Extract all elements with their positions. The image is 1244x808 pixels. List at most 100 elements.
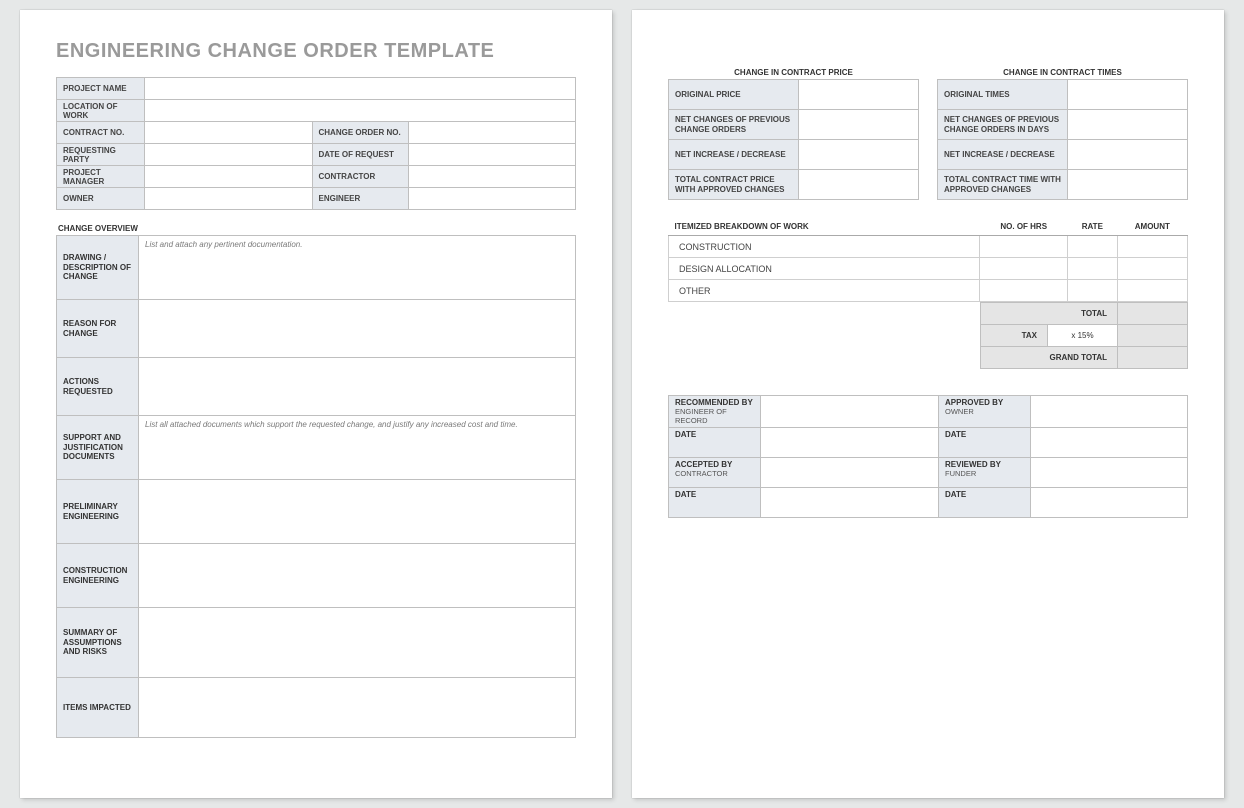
recommended-main: RECOMMENDED BY bbox=[675, 398, 754, 407]
label-date-of-request: DATE OF REQUEST bbox=[312, 144, 408, 166]
field-contractor[interactable] bbox=[408, 166, 576, 188]
field-original-times[interactable] bbox=[1068, 80, 1188, 110]
label-drawing: DRAWING / DESCRIPTION OF CHANGE bbox=[57, 236, 139, 300]
field-project-manager[interactable] bbox=[145, 166, 313, 188]
field-actions[interactable] bbox=[139, 358, 576, 416]
project-info-table: PROJECT NAME LOCATION OF WORK CONTRACT N… bbox=[56, 77, 576, 210]
field-constr[interactable] bbox=[139, 544, 576, 608]
cell-constr-hrs[interactable] bbox=[980, 236, 1068, 258]
price-heading: CHANGE IN CONTRACT PRICE bbox=[668, 68, 919, 77]
accepted-main: ACCEPTED BY bbox=[675, 460, 754, 469]
label-prelim: PRELIMINARY ENGINEERING bbox=[57, 480, 139, 544]
cell-design-rate[interactable] bbox=[1068, 258, 1118, 280]
label-original-price: ORIGINAL PRICE bbox=[669, 80, 799, 110]
field-grand-total[interactable] bbox=[1118, 347, 1188, 369]
cell-constr-amount[interactable] bbox=[1117, 236, 1187, 258]
label-times-net-prev: NET CHANGES OF PREVIOUS CHANGE ORDERS IN… bbox=[938, 110, 1068, 140]
field-summary[interactable] bbox=[139, 608, 576, 678]
signoff-table: RECOMMENDED BY ENGINEER OF RECORD APPROV… bbox=[668, 395, 1188, 518]
field-requesting-party[interactable] bbox=[145, 144, 313, 166]
label-times-total: TOTAL CONTRACT TIME WITH APPROVED CHANGE… bbox=[938, 170, 1068, 200]
approved-sub: OWNER bbox=[945, 407, 974, 416]
field-accepted-by[interactable] bbox=[761, 458, 939, 488]
row-construction: CONSTRUCTION bbox=[669, 236, 980, 258]
field-price-net-inc[interactable] bbox=[799, 140, 919, 170]
approved-main: APPROVED BY bbox=[945, 398, 1024, 407]
field-price-net-prev[interactable] bbox=[799, 110, 919, 140]
reviewed-sub: FUNDER bbox=[945, 469, 976, 478]
label-requesting-party: REQUESTING PARTY bbox=[57, 144, 145, 166]
field-date-3[interactable] bbox=[761, 488, 939, 518]
field-tax-rate[interactable]: x 15% bbox=[1048, 325, 1118, 347]
field-reviewed-by[interactable] bbox=[1031, 458, 1188, 488]
label-price-net-prev: NET CHANGES OF PREVIOUS CHANGE ORDERS bbox=[669, 110, 799, 140]
label-contract-no: CONTRACT NO. bbox=[57, 122, 145, 144]
contract-times-table: ORIGINAL TIMES NET CHANGES OF PREVIOUS C… bbox=[937, 79, 1188, 200]
label-original-times: ORIGINAL TIMES bbox=[938, 80, 1068, 110]
field-prelim[interactable] bbox=[139, 480, 576, 544]
field-reason[interactable] bbox=[139, 300, 576, 358]
field-date-4[interactable] bbox=[1031, 488, 1188, 518]
row-design: DESIGN ALLOCATION bbox=[669, 258, 980, 280]
label-items-impacted: ITEMS IMPACTED bbox=[57, 678, 139, 738]
col-amount: AMOUNT bbox=[1117, 218, 1187, 236]
col-hrs: NO. OF HRS bbox=[980, 218, 1068, 236]
label-price-total: TOTAL CONTRACT PRICE WITH APPROVED CHANG… bbox=[669, 170, 799, 200]
field-recommended-by[interactable] bbox=[761, 396, 939, 428]
label-date-4: DATE bbox=[939, 488, 1031, 518]
totals-table: TOTAL TAX x 15% GRAND TOTAL bbox=[980, 302, 1188, 369]
field-price-total[interactable] bbox=[799, 170, 919, 200]
label-location-of-work: LOCATION OF WORK bbox=[57, 100, 145, 122]
label-total: TOTAL bbox=[981, 303, 1118, 325]
label-date-1: DATE bbox=[669, 428, 761, 458]
label-contractor: CONTRACTOR bbox=[312, 166, 408, 188]
field-date-1[interactable] bbox=[761, 428, 939, 458]
field-contract-no[interactable] bbox=[145, 122, 313, 144]
accepted-sub: CONTRACTOR bbox=[675, 469, 728, 478]
field-times-total[interactable] bbox=[1068, 170, 1188, 200]
field-owner[interactable] bbox=[145, 188, 313, 210]
row-other: OTHER bbox=[669, 280, 980, 302]
field-times-net-prev[interactable] bbox=[1068, 110, 1188, 140]
field-date-of-request[interactable] bbox=[408, 144, 576, 166]
label-constr: CONSTRUCTION ENGINEERING bbox=[57, 544, 139, 608]
field-location-of-work[interactable] bbox=[145, 100, 576, 122]
label-support: SUPPORT AND JUSTIFICATION DOCUMENTS bbox=[57, 416, 139, 480]
field-times-net-inc[interactable] bbox=[1068, 140, 1188, 170]
field-change-order-no[interactable] bbox=[408, 122, 576, 144]
cell-other-hrs[interactable] bbox=[980, 280, 1068, 302]
field-tax[interactable] bbox=[1118, 325, 1188, 347]
label-project-name: PROJECT NAME bbox=[57, 78, 145, 100]
label-tax: TAX bbox=[981, 325, 1048, 347]
col-rate: RATE bbox=[1068, 218, 1118, 236]
field-support[interactable]: List all attached documents which suppor… bbox=[139, 416, 576, 480]
page-title: ENGINEERING CHANGE ORDER TEMPLATE bbox=[56, 40, 576, 63]
cell-other-rate[interactable] bbox=[1068, 280, 1118, 302]
label-date-2: DATE bbox=[939, 428, 1031, 458]
cell-constr-rate[interactable] bbox=[1068, 236, 1118, 258]
itemized-table: ITEMIZED BREAKDOWN OF WORK NO. OF HRS RA… bbox=[668, 218, 1188, 302]
label-grand-total: GRAND TOTAL bbox=[981, 347, 1118, 369]
label-actions: ACTIONS REQUESTED bbox=[57, 358, 139, 416]
label-summary: SUMMARY OF ASSUMPTIONS AND RISKS bbox=[57, 608, 139, 678]
cell-other-amount[interactable] bbox=[1117, 280, 1187, 302]
field-project-name[interactable] bbox=[145, 78, 576, 100]
field-engineer[interactable] bbox=[408, 188, 576, 210]
page-2: CHANGE IN CONTRACT PRICE ORIGINAL PRICE … bbox=[632, 10, 1224, 798]
label-price-net-inc: NET INCREASE / DECREASE bbox=[669, 140, 799, 170]
label-recommended-by: RECOMMENDED BY ENGINEER OF RECORD bbox=[669, 396, 761, 428]
change-overview-heading: CHANGE OVERVIEW bbox=[58, 224, 576, 233]
field-approved-by[interactable] bbox=[1031, 396, 1188, 428]
cell-design-hrs[interactable] bbox=[980, 258, 1068, 280]
field-date-2[interactable] bbox=[1031, 428, 1188, 458]
contract-price-table: ORIGINAL PRICE NET CHANGES OF PREVIOUS C… bbox=[668, 79, 919, 200]
label-reason: REASON FOR CHANGE bbox=[57, 300, 139, 358]
label-reviewed-by: REVIEWED BY FUNDER bbox=[939, 458, 1031, 488]
field-total[interactable] bbox=[1118, 303, 1188, 325]
reviewed-main: REVIEWED BY bbox=[945, 460, 1024, 469]
label-approved-by: APPROVED BY OWNER bbox=[939, 396, 1031, 428]
field-drawing[interactable]: List and attach any pertinent documentat… bbox=[139, 236, 576, 300]
field-original-price[interactable] bbox=[799, 80, 919, 110]
cell-design-amount[interactable] bbox=[1117, 258, 1187, 280]
field-items-impacted[interactable] bbox=[139, 678, 576, 738]
